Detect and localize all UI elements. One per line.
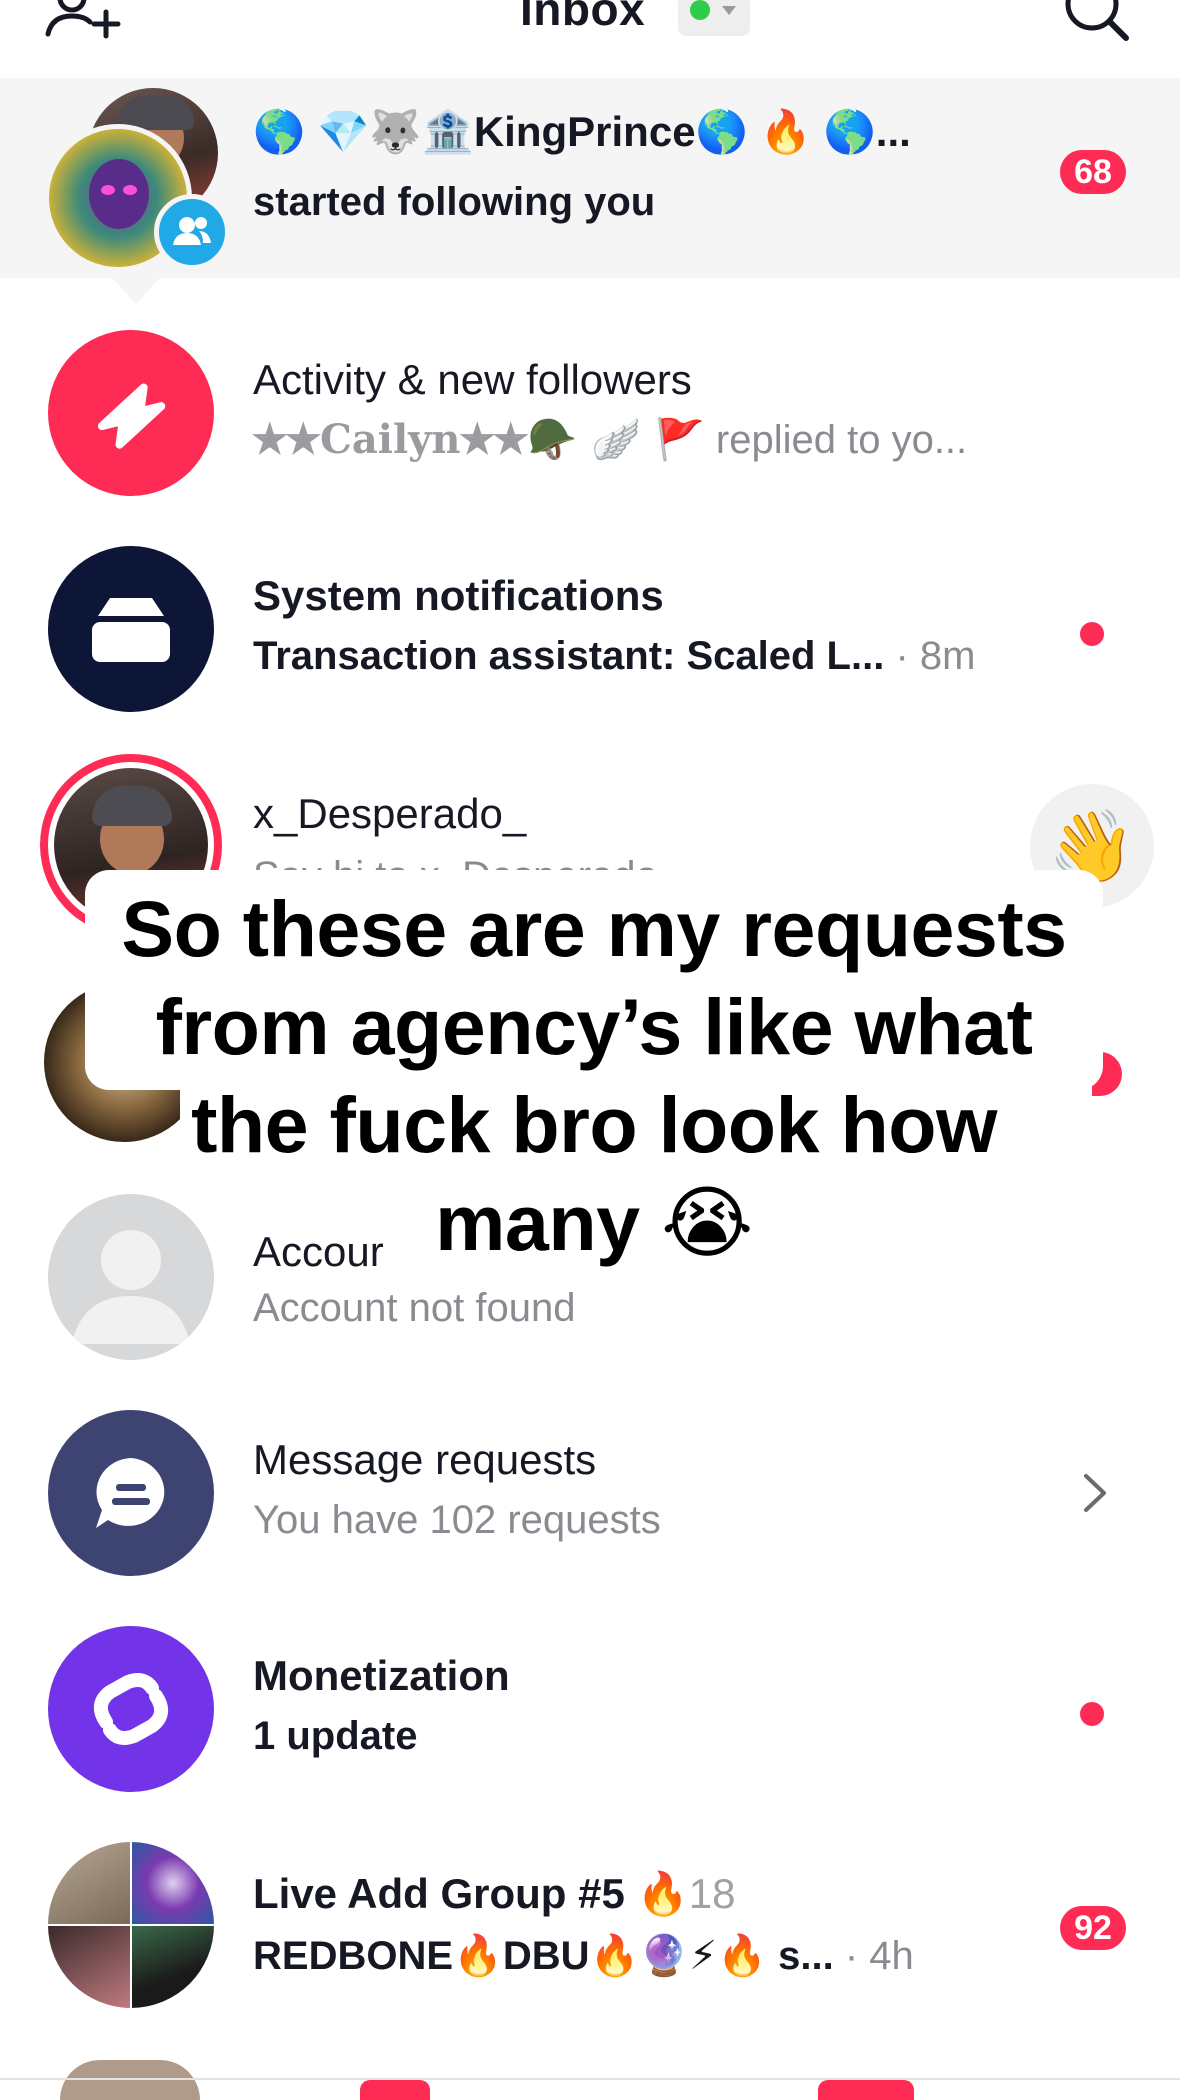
requests-subtitle: You have 102 requests — [253, 1498, 661, 1542]
account-subtitle: Account not found — [253, 1286, 576, 1330]
lightning-icon — [97, 383, 166, 449]
activity-row[interactable]: Activity & new followers ✭✭Cailyn✭✭🪖 🪽 🚩… — [0, 322, 1180, 512]
unread-badge: 92 — [1060, 1906, 1126, 1950]
system-notifications-row[interactable]: System notifications Transaction assista… — [0, 538, 1180, 728]
unread-dot — [1080, 622, 1104, 646]
caption-line: from agency’s like what — [155, 982, 1033, 1071]
video-caption: So these are my requests from agency’s l… — [85, 880, 1103, 1272]
requests-title: Message requests — [253, 1436, 597, 1483]
caption-line: So these are my requests — [121, 884, 1067, 973]
group-member-avatar — [132, 1842, 214, 1924]
link-swirl-icon — [93, 1673, 169, 1745]
group-subtitle: REDBONE🔥DBU🔥🔮⚡🔥 s... — [253, 1934, 834, 1978]
unread-badge: 68 — [1060, 150, 1126, 194]
desperado-title: x_Desperado_ — [253, 790, 527, 837]
new-follower-row[interactable]: 🌎 💎🐺🏦KingPrince🌎 🔥 🌎... started followin… — [0, 78, 1180, 278]
follow-subtitle: started following you — [253, 180, 656, 224]
unread-dot — [1080, 1702, 1104, 1726]
group-chat-row[interactable]: Live Add Group #5 🔥18 REDBONE🔥DBU🔥🔮⚡🔥 s.… — [0, 1834, 1180, 2024]
system-icon-circle — [48, 546, 214, 712]
tab-bar-divider — [0, 2078, 1180, 2080]
group-member-avatar — [132, 1926, 214, 2008]
monetization-row[interactable]: Monetization 1 update — [0, 1618, 1180, 1808]
notification-pointer — [112, 278, 160, 304]
activity-subtitle-name: ✭✭Cailyn✭✭🪖 🪽 🚩 — [253, 416, 705, 463]
group-title-line: Live Add Group #5 🔥18 — [253, 1870, 736, 1919]
system-time: · 8m — [895, 634, 976, 678]
group-member-avatar — [48, 1842, 130, 1924]
system-title: System notifications — [253, 572, 664, 619]
activity-subtitle: ✭✭Cailyn✭✭🪖 🪽 🚩 replied to yo... — [253, 416, 967, 463]
group-member-count: 18 — [688, 1870, 736, 1917]
caption-line: many 😭 — [427, 1174, 761, 1272]
next-row-avatar — [60, 2060, 200, 2100]
requests-icon-circle — [48, 1410, 214, 1576]
status-selector[interactable] — [678, 0, 750, 36]
system-subtitle-line: Transaction assistant: Scaled L... · 8m — [253, 634, 975, 679]
group-member-avatar — [48, 1926, 130, 2008]
caption-line: the fuck bro look how — [191, 1080, 997, 1169]
activity-title: Activity & new followers — [253, 356, 692, 403]
inbox-tray-icon — [92, 598, 170, 662]
tab-badge — [818, 2080, 914, 2100]
chevron-down-icon — [722, 6, 736, 15]
follower-group-icon — [154, 194, 230, 270]
add-user-icon[interactable] — [44, 0, 124, 42]
online-status-dot — [690, 0, 710, 20]
page-title: Inbox — [520, 0, 646, 35]
message-requests-row[interactable]: Message requests You have 102 requests — [0, 1402, 1180, 1592]
fire-icon: 🔥 — [636, 1870, 689, 1917]
top-bar: Inbox — [0, 0, 1180, 78]
chat-bubble-icon — [96, 1458, 165, 1528]
monetization-subtitle: 1 update — [253, 1714, 418, 1758]
activity-icon-circle — [48, 330, 214, 496]
group-subtitle-line: REDBONE🔥DBU🔥🔮⚡🔥 s... · 4h — [253, 1932, 914, 1979]
system-subtitle: Transaction assistant: Scaled L... — [253, 634, 885, 678]
chevron-right-icon — [1084, 1474, 1106, 1512]
search-icon[interactable] — [1062, 0, 1130, 46]
group-time: · 4h — [844, 1934, 914, 1978]
activity-subtitle-text: replied to yo... — [704, 418, 968, 462]
group-avatar[interactable] — [48, 1842, 214, 2008]
follower-name: 🌎 💎🐺🏦KingPrince🌎 🔥 🌎... — [253, 108, 911, 155]
monetization-icon-circle — [48, 1626, 214, 1792]
tab-badge — [360, 2080, 430, 2100]
group-title: Live Add Group #5 — [253, 1870, 625, 1917]
monetization-title: Monetization — [253, 1652, 510, 1699]
